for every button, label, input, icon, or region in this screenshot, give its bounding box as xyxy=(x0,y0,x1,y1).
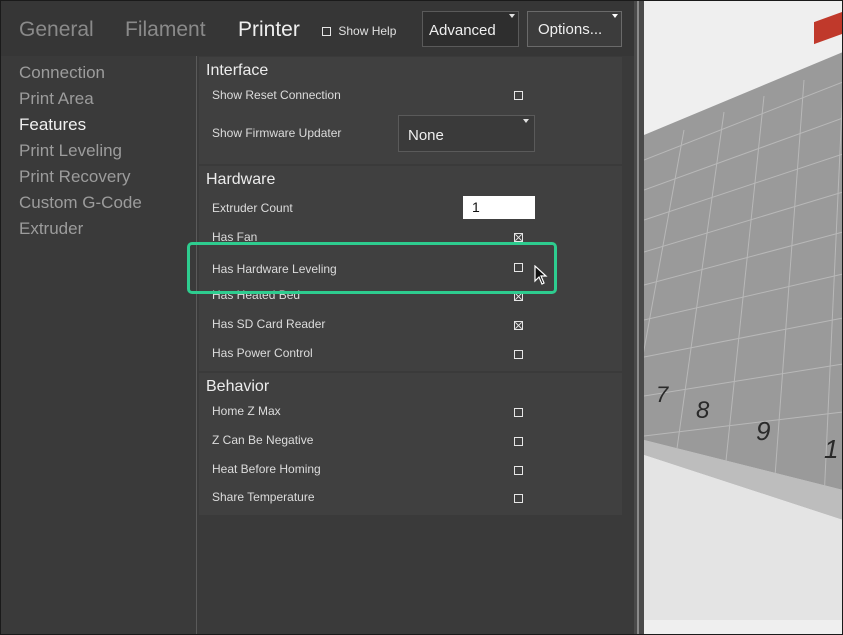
window-border xyxy=(0,0,843,635)
